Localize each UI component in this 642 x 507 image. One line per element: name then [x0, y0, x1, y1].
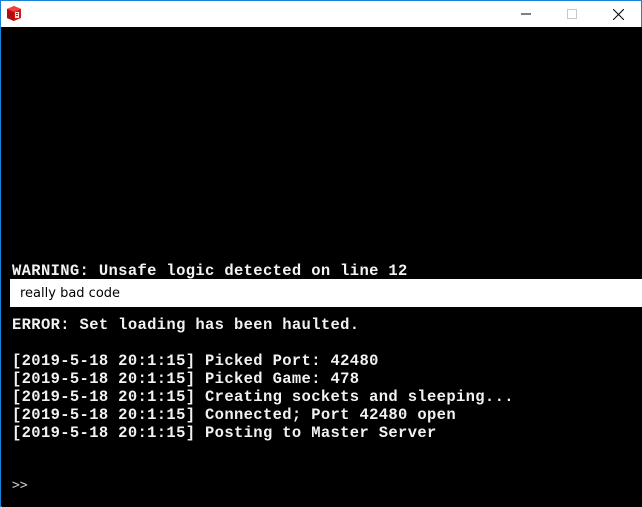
- maximize-icon: [567, 9, 577, 19]
- minimize-button[interactable]: [503, 1, 549, 27]
- console-output: WARNING: Unsafe logic detected on line 1…: [2, 27, 642, 507]
- close-icon: [612, 8, 624, 20]
- close-button[interactable]: [595, 1, 641, 27]
- border-gap: [1, 442, 2, 463]
- log-line: [2019-5-18 20:1:15] Picked Port: 42480: [12, 352, 379, 370]
- console-window: WARNING: Unsafe logic detected on line 1…: [0, 0, 642, 507]
- error-line: ERROR: Set loading has been haulted.: [12, 316, 360, 334]
- log-line: [2019-5-18 20:1:15] Posting to Master Se…: [12, 424, 437, 442]
- prompt-symbol: >>: [12, 478, 28, 493]
- log-line: [2019-5-18 20:1:15] Picked Game: 478: [12, 370, 360, 388]
- log-line: [2019-5-18 20:1:15] Connected; Port 4248…: [12, 406, 456, 424]
- minimize-icon: [521, 13, 531, 15]
- code-snippet-bar: really bad code: [10, 279, 642, 307]
- title-bar[interactable]: [1, 1, 641, 27]
- command-prompt[interactable]: >>: [12, 478, 28, 493]
- maximize-button[interactable]: [549, 1, 595, 27]
- log-line: [2019-5-18 20:1:15] Creating sockets and…: [12, 388, 514, 406]
- app-icon[interactable]: [7, 6, 21, 21]
- warning-line: WARNING: Unsafe logic detected on line 1…: [12, 262, 408, 280]
